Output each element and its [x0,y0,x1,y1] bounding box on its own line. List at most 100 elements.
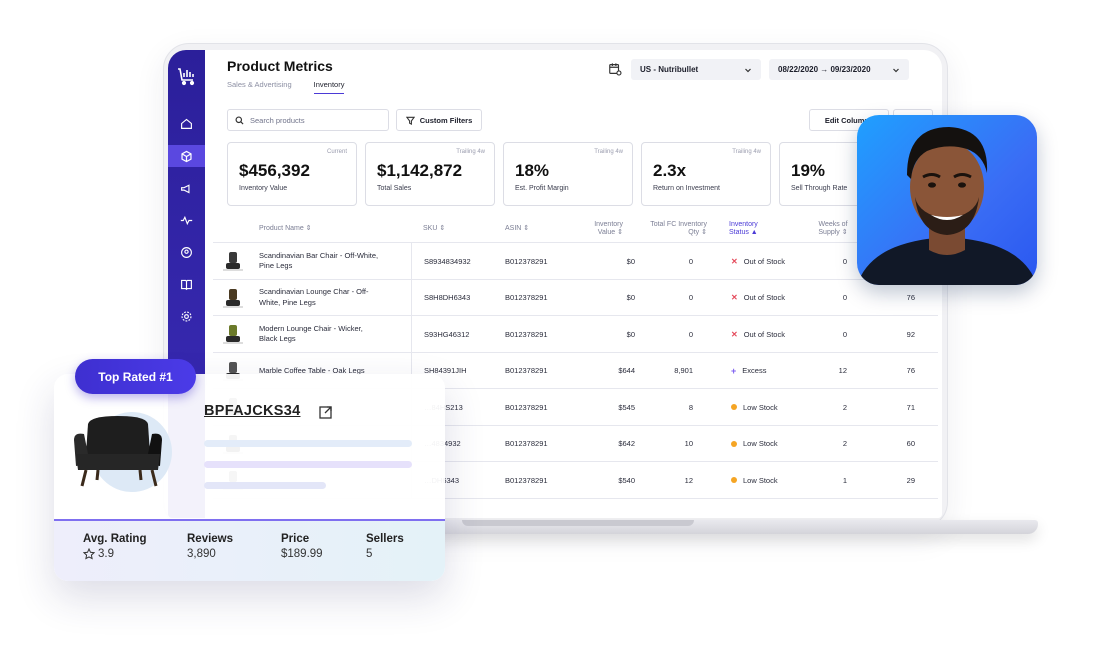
column-header-status[interactable]: Inventory Status ▲ [729,215,779,243]
column-header-inventory-value[interactable]: Inventory Value ⇕ [575,215,623,243]
stat-label: Reviews [187,533,234,545]
status-badge: ✕ Out of Stock [731,280,785,317]
stat-value: 3.9 [98,548,114,560]
stat-label: Avg. Rating [83,533,147,545]
gear-icon [181,310,192,322]
column-header-product[interactable]: Product Name ⇕ [259,215,312,243]
weeks-supply-cell: 0 [842,329,847,339]
x-icon: ✕ [731,293,738,303]
date-range-dropdown[interactable]: 08/22/2020 → 09/23/2020 [769,59,909,80]
x-icon: ✕ [731,256,738,266]
extra-column-cell: 71 [906,402,915,412]
kpi-card-roi: Trailing 4w 2.3x Return on Investment [641,142,771,206]
sidebar-item-docs[interactable] [168,273,205,295]
weeks-supply-cell: 2 [842,439,847,449]
tab-inventory[interactable]: Inventory [313,80,345,94]
sidebar-item-account[interactable] [168,241,205,263]
kpi-label: Return on Investment [653,185,720,192]
sidebar-item-home[interactable] [168,112,205,134]
kpi-card-inventory-value: Current $456,392 Inventory Value [227,142,357,206]
kpi-label: Inventory Value [239,185,288,192]
product-name[interactable]: Scandinavian Lounge Char - Off-White, Pi… [259,280,379,317]
product-code-link[interactable]: BPFAJCKS34 [204,403,300,419]
column-header-asin[interactable]: ASIN ⇕ [505,215,529,243]
kpi-value: 2.3x [653,161,687,180]
kpi-label: Est. Profit Margin [515,185,569,192]
external-link-icon[interactable] [318,404,334,420]
custom-filters-label: Custom Filters [419,115,473,125]
market-dropdown[interactable]: US - Nutribullet [631,59,761,80]
status-badge: Low Stock [731,426,778,463]
laptop-notch [462,520,694,526]
table-row[interactable]: Modern Lounge Chair - Wicker, Black Legs… [213,316,938,353]
fc-qty-cell: 0 [688,329,693,339]
product-name[interactable]: Scandinavian Bar Chair - Off-White, Pine… [259,243,379,280]
search-placeholder: Search products [250,115,305,125]
inventory-value-cell: $545 [618,402,635,412]
sidebar-item-advertising[interactable] [168,177,205,199]
placeholder-bar [204,482,326,489]
calendar-refresh-icon[interactable] [608,62,622,76]
status-label: Out of Stock [743,256,785,266]
x-icon: ✕ [731,329,738,339]
stat-label: Price [281,533,310,545]
kpi-value: 18% [515,161,550,180]
warning-icon [731,404,737,411]
weeks-supply-cell: 12 [838,366,847,376]
status-badge: ✕ Out of Stock [731,243,785,280]
date-range-value: 08/22/2020 → 09/23/2020 [778,65,871,74]
column-header-fc-qty[interactable]: Total FC Inventory Qty ⇕ [641,215,707,243]
page-title: Product Metrics [227,58,333,74]
status-badge: Low Stock [731,462,778,499]
stat-price: Price $189.99 [281,533,323,560]
stat-value: 3,890 [187,548,216,560]
tab-bar: Sales & Advertising Inventory [227,80,345,94]
inventory-value-cell: $642 [618,439,635,449]
user-photo [857,115,1037,285]
status-label: Out of Stock [743,329,785,339]
top-rated-badge: Top Rated #1 [75,359,196,394]
tab-sales-advertising[interactable]: Sales & Advertising [227,80,292,94]
placeholder-bar [204,461,412,468]
product-name[interactable]: Modern Lounge Chair - Wicker, Black Legs [259,316,379,353]
weeks-supply-cell: 0 [842,256,847,266]
stat-value: $189.99 [281,548,323,560]
status-label: Excess [742,366,767,376]
kpi-card-total-sales: Trailing 4w $1,142,872 Total Sales [365,142,495,206]
stat-avg-rating: Avg. Rating 3.9 [83,533,146,560]
extra-column-cell: 60 [906,439,915,449]
fc-qty-cell: 10 [684,439,693,449]
extra-column-cell: 92 [906,329,915,339]
fc-qty-cell: 8,901 [674,366,693,376]
person-portrait-icon [857,127,1037,285]
status-badge: Low Stock [731,389,778,426]
search-icon [235,115,244,125]
search-input[interactable]: Search products [227,109,389,131]
asin-cell: B012378291 [505,366,548,376]
extra-column-cell: 76 [906,366,915,376]
asin-cell: B012378291 [505,402,548,412]
inventory-value-cell: $0 [626,329,635,339]
stat-value: 5 [366,548,373,560]
product-thumbnail [223,252,243,271]
fc-qty-cell: 8 [688,402,693,412]
table-header: Product Name ⇕ SKU ⇕ ASIN ⇕ Inventory Va… [213,215,938,243]
column-header-sku[interactable]: SKU ⇕ [423,215,445,243]
sidebar-item-analytics[interactable] [168,209,205,231]
sku-cell: S93HG46312 [411,316,469,353]
asin-cell: B012378291 [505,256,548,266]
fc-qty-cell: 0 [688,256,693,266]
marketing-hero: Product Metrics Sales & Advertising Inve… [0,0,1100,656]
filter-icon [405,116,415,125]
table-row[interactable]: Scandinavian Bar Chair - Off-White, Pine… [213,243,938,280]
table-row[interactable]: Scandinavian Lounge Char - Off-White, Pi… [213,279,938,317]
sidebar-item-inventory[interactable] [168,145,205,167]
sidebar-item-settings[interactable] [168,305,205,327]
stat-reviews: Reviews 3,890 [187,533,233,560]
book-icon [181,279,192,290]
kpi-tag: Trailing 4w [732,149,761,155]
custom-filters-button[interactable]: Custom Filters [396,109,482,131]
extra-column-cell: 29 [906,475,915,485]
chevron-down-icon [893,68,899,72]
column-header-weeks-supply[interactable]: Weeks of Supply ⇕ [811,215,855,243]
